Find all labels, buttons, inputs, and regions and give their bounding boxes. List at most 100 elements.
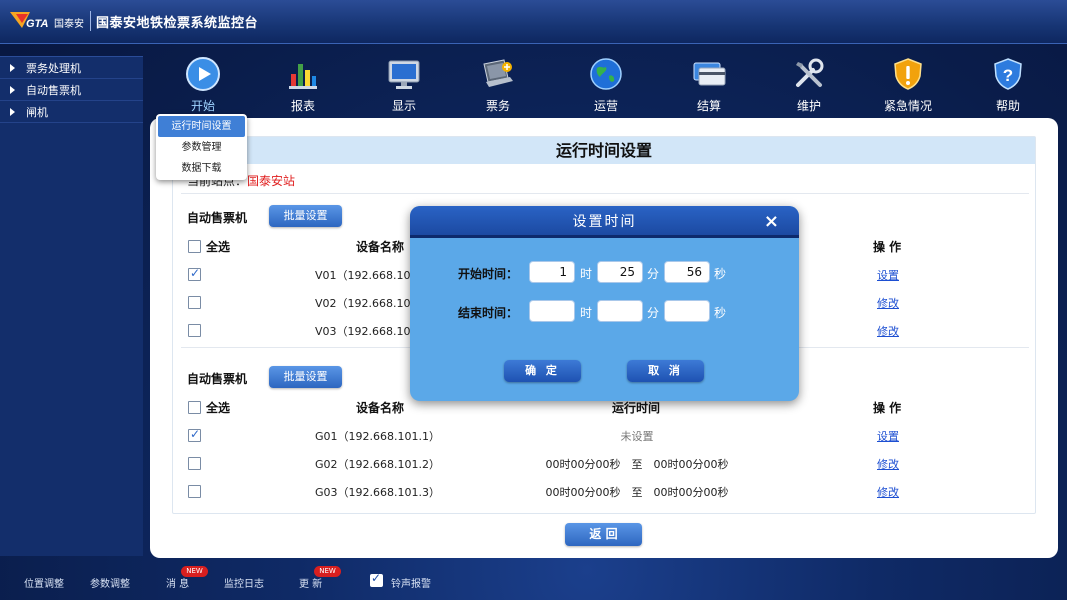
- confirm-button[interactable]: 确 定: [504, 360, 581, 382]
- alarm-sound-checkbox[interactable]: [370, 571, 383, 587]
- logo-divider: [90, 11, 91, 31]
- bottom-toolbar: 位置调整 参数调整 消 息 NEW 监控日志 更 新 NEW 铃声报警: [0, 566, 1067, 600]
- nav-label: 运营: [593, 99, 618, 113]
- alarm-sound-label: 铃声报警: [391, 579, 431, 590]
- sidebar-item-ticket-processor[interactable]: 票务处理机: [0, 57, 143, 79]
- app-title: 国泰安地铁检票系统监控台: [96, 16, 259, 31]
- parameter-adjust-button[interactable]: 参数调整: [90, 575, 130, 590]
- row-checkbox[interactable]: [188, 427, 201, 442]
- card-icon: [693, 62, 726, 86]
- tools-icon: [796, 58, 824, 87]
- end-time-label: 结束时间：: [458, 306, 519, 320]
- nav-label: 报表: [290, 99, 315, 113]
- menu-item-parameter-management[interactable]: 参数管理: [156, 137, 247, 158]
- column-header-run-time: 运行时间: [612, 401, 661, 415]
- caret-right-icon: [10, 85, 15, 94]
- select-all-checkbox[interactable]: [188, 240, 201, 253]
- nav-settlement[interactable]: 结算: [664, 52, 754, 114]
- help-shield-icon: ?: [994, 58, 1022, 90]
- start-time-label: 开始时间：: [458, 267, 519, 281]
- run-time: 00时00分00秒 至 00时00分00秒: [545, 458, 729, 471]
- cancel-button[interactable]: 取 消: [627, 360, 704, 382]
- svg-text:国泰安: 国泰安: [54, 17, 84, 30]
- sidebar-item-ticket-vending[interactable]: 自动售票机: [0, 79, 143, 101]
- monitor-icon: [388, 60, 420, 89]
- nav-ticketing[interactable]: 票务: [453, 52, 543, 114]
- start-hour-input[interactable]: 1: [529, 261, 575, 283]
- sidebar-item-label: 闸机: [26, 105, 48, 119]
- warning-shield-icon: [894, 58, 922, 90]
- svg-text:?: ?: [1003, 66, 1013, 85]
- bar-chart-icon: [289, 64, 317, 89]
- dialog-title: 设置时间: [572, 214, 637, 230]
- row-checkbox[interactable]: [188, 266, 201, 281]
- gta-logo: GTA 国泰安: [8, 8, 92, 34]
- set-link[interactable]: 设置: [877, 267, 899, 283]
- update-button[interactable]: 更 新: [299, 575, 322, 590]
- monitor-log-button[interactable]: 监控日志: [224, 575, 264, 590]
- edit-link[interactable]: 修改: [877, 295, 899, 311]
- nav-display[interactable]: 显示: [359, 52, 449, 114]
- set-link[interactable]: 设置: [877, 428, 899, 444]
- close-icon[interactable]: ×: [764, 206, 781, 238]
- caret-right-icon: [10, 107, 15, 116]
- sidebar-item-label: 自动售票机: [26, 83, 81, 97]
- start-second-input[interactable]: 56: [664, 261, 710, 283]
- column-header-device: 设备名称: [356, 401, 405, 415]
- unit-second: 秒: [714, 306, 727, 320]
- unit-minute: 分: [647, 267, 660, 281]
- nav-help[interactable]: ? 帮助: [963, 52, 1053, 114]
- start-minute-input[interactable]: 25: [597, 261, 643, 283]
- sidebar-item-gate[interactable]: 闸机: [0, 101, 143, 123]
- sidebar-item-label: 票务处理机: [26, 61, 81, 75]
- column-header-action: 操 作: [873, 240, 902, 254]
- column-header-device: 设备名称: [356, 240, 405, 254]
- end-minute-input[interactable]: [597, 300, 643, 322]
- edit-link[interactable]: 修改: [877, 456, 899, 472]
- batch-set-button[interactable]: 批量设置: [269, 366, 342, 388]
- ticket-laptop-icon: [483, 59, 513, 87]
- station-value: 国泰安站: [247, 174, 296, 188]
- edit-link[interactable]: 修改: [877, 323, 899, 339]
- start-dropdown-menu: 运行时间设置 参数管理 数据下载: [156, 114, 247, 180]
- return-button[interactable]: 返 回: [565, 523, 642, 546]
- row-checkbox[interactable]: [188, 324, 201, 337]
- unit-minute: 分: [647, 306, 660, 320]
- select-all-checkbox[interactable]: [188, 401, 201, 414]
- menu-item-data-download[interactable]: 数据下载: [156, 158, 247, 179]
- play-icon: [186, 57, 220, 91]
- device-name: G03（192.668.101.3）: [315, 486, 440, 499]
- top-bar: GTA 国泰安 国泰安地铁检票系统监控台: [0, 0, 1067, 44]
- row-checkbox[interactable]: [188, 296, 201, 309]
- nav-emergency[interactable]: 紧急情况: [863, 52, 953, 114]
- new-badge: NEW: [314, 566, 341, 577]
- nav-report[interactable]: 报表: [258, 52, 348, 114]
- dialog-header: 设置时间 ×: [410, 206, 799, 238]
- nav-start[interactable]: 开始: [158, 52, 248, 114]
- end-second-input[interactable]: [664, 300, 710, 322]
- nav-label: 开始: [190, 99, 215, 113]
- position-adjust-button[interactable]: 位置调整: [24, 575, 64, 590]
- nav-operation[interactable]: 运营: [561, 52, 651, 114]
- logo-mark-icon: GTA 国泰安: [10, 12, 84, 30]
- end-hour-input[interactable]: [529, 300, 575, 322]
- nav-label: 紧急情况: [883, 99, 932, 113]
- select-all-label: 全选: [206, 401, 231, 415]
- row-checkbox[interactable]: [188, 485, 201, 498]
- nav-label: 帮助: [995, 99, 1020, 113]
- nav-label: 显示: [391, 99, 416, 113]
- menu-item-run-time-settings[interactable]: 运行时间设置: [158, 116, 245, 137]
- messages-button[interactable]: 消 息: [166, 575, 189, 590]
- nav-maintenance[interactable]: 维护: [764, 52, 854, 114]
- svg-text:GTA: GTA: [26, 18, 48, 30]
- row-checkbox[interactable]: [188, 457, 201, 470]
- page-title: 运行时间设置: [173, 137, 1035, 164]
- select-all-label: 全选: [206, 240, 231, 254]
- unit-second: 秒: [714, 267, 727, 281]
- batch-set-button[interactable]: 批量设置: [269, 205, 342, 227]
- nav-label: 票务: [485, 99, 510, 113]
- device-name: G01（192.668.101.1）: [315, 430, 440, 443]
- unit-hour: 时: [580, 306, 593, 320]
- nav-label: 结算: [696, 99, 721, 113]
- edit-link[interactable]: 修改: [877, 484, 899, 500]
